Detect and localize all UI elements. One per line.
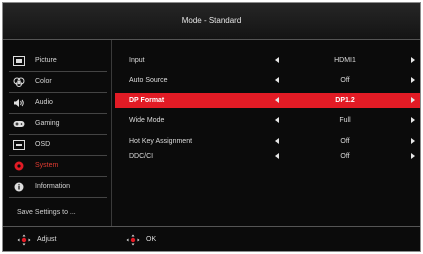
setting-label: DDC/CI xyxy=(129,153,154,160)
arrow-right-icon[interactable] xyxy=(411,153,415,159)
save-settings-button[interactable]: Save Settings to ... xyxy=(17,209,76,216)
sidebar-item-label: System xyxy=(35,162,59,169)
sidebar-item-system[interactable]: System xyxy=(11,158,105,174)
divider xyxy=(9,155,107,156)
setting-ddc-ci[interactable]: DDC/CI Off xyxy=(115,149,420,164)
arrow-left-icon[interactable] xyxy=(275,97,279,103)
sidebar-item-label: Picture xyxy=(35,57,57,64)
setting-value: Off xyxy=(340,153,350,160)
arrow-right-icon[interactable] xyxy=(411,57,415,63)
setting-label: DP Format xyxy=(129,97,165,104)
sidebar-item-osd[interactable]: OSD xyxy=(11,137,105,153)
setting-value: DP1.2 xyxy=(335,97,355,104)
adjust-hint: Adjust xyxy=(17,234,77,246)
color-icon xyxy=(13,77,25,87)
sidebar-item-label: Gaming xyxy=(35,120,60,127)
arrow-left-icon[interactable] xyxy=(275,57,279,63)
divider xyxy=(9,113,107,114)
arrow-right-icon[interactable] xyxy=(411,77,415,83)
dpad-icon xyxy=(17,234,31,246)
picture-icon xyxy=(13,56,25,66)
sidebar-item-information[interactable]: Information xyxy=(11,179,105,195)
setting-label: Input xyxy=(129,57,145,64)
setting-value: Off xyxy=(340,77,350,84)
setting-label: Hot Key Assignment xyxy=(129,138,193,145)
arrow-left-icon[interactable] xyxy=(275,153,279,159)
arrow-right-icon[interactable] xyxy=(411,138,415,144)
osd-icon xyxy=(13,140,25,150)
setting-dp-format[interactable]: DP Format DP1.2 xyxy=(115,93,420,108)
setting-value: Full xyxy=(339,117,351,124)
page-title: Mode - Standard xyxy=(3,3,420,40)
sidebar-item-audio[interactable]: Audio xyxy=(11,95,105,111)
arrow-left-icon[interactable] xyxy=(275,117,279,123)
ok-hint: OK xyxy=(126,234,176,246)
setting-value: HDMI1 xyxy=(334,57,356,64)
arrow-left-icon[interactable] xyxy=(275,138,279,144)
footer: Adjust OK xyxy=(3,226,420,251)
setting-hot-key-assignment[interactable]: Hot Key Assignment Off xyxy=(115,134,420,149)
osd-menu: Mode - Standard Picture Color Audio Gami… xyxy=(2,2,421,252)
dpad-icon xyxy=(126,234,140,246)
arrow-left-icon[interactable] xyxy=(275,77,279,83)
gamepad-icon xyxy=(13,121,25,127)
sidebar-item-label: OSD xyxy=(35,141,51,148)
info-icon xyxy=(14,182,24,192)
sidebar: Picture Color Audio Gaming OSD System In… xyxy=(3,40,112,226)
setting-wide-mode[interactable]: Wide Mode Full xyxy=(115,113,420,128)
sidebar-item-label: Audio xyxy=(35,99,53,106)
divider xyxy=(9,92,107,93)
speaker-icon xyxy=(14,99,24,107)
setting-input[interactable]: Input HDMI1 xyxy=(115,53,420,68)
divider xyxy=(9,134,107,135)
setting-value: Off xyxy=(340,138,350,145)
ok-label: OK xyxy=(146,236,157,243)
setting-label: Wide Mode xyxy=(129,117,165,124)
sidebar-item-label: Color xyxy=(35,78,52,85)
arrow-right-icon[interactable] xyxy=(411,117,415,123)
arrow-right-icon[interactable] xyxy=(411,97,415,103)
divider xyxy=(9,176,107,177)
sidebar-item-picture[interactable]: Picture xyxy=(11,53,105,69)
sidebar-item-label: Information xyxy=(35,183,71,190)
setting-label: Auto Source xyxy=(129,77,168,84)
divider xyxy=(9,71,107,72)
setting-auto-source[interactable]: Auto Source Off xyxy=(115,73,420,88)
gear-icon xyxy=(14,161,24,171)
sidebar-item-color[interactable]: Color xyxy=(11,74,105,90)
divider xyxy=(9,197,107,198)
sidebar-item-gaming[interactable]: Gaming xyxy=(11,116,105,132)
adjust-label: Adjust xyxy=(37,236,57,243)
